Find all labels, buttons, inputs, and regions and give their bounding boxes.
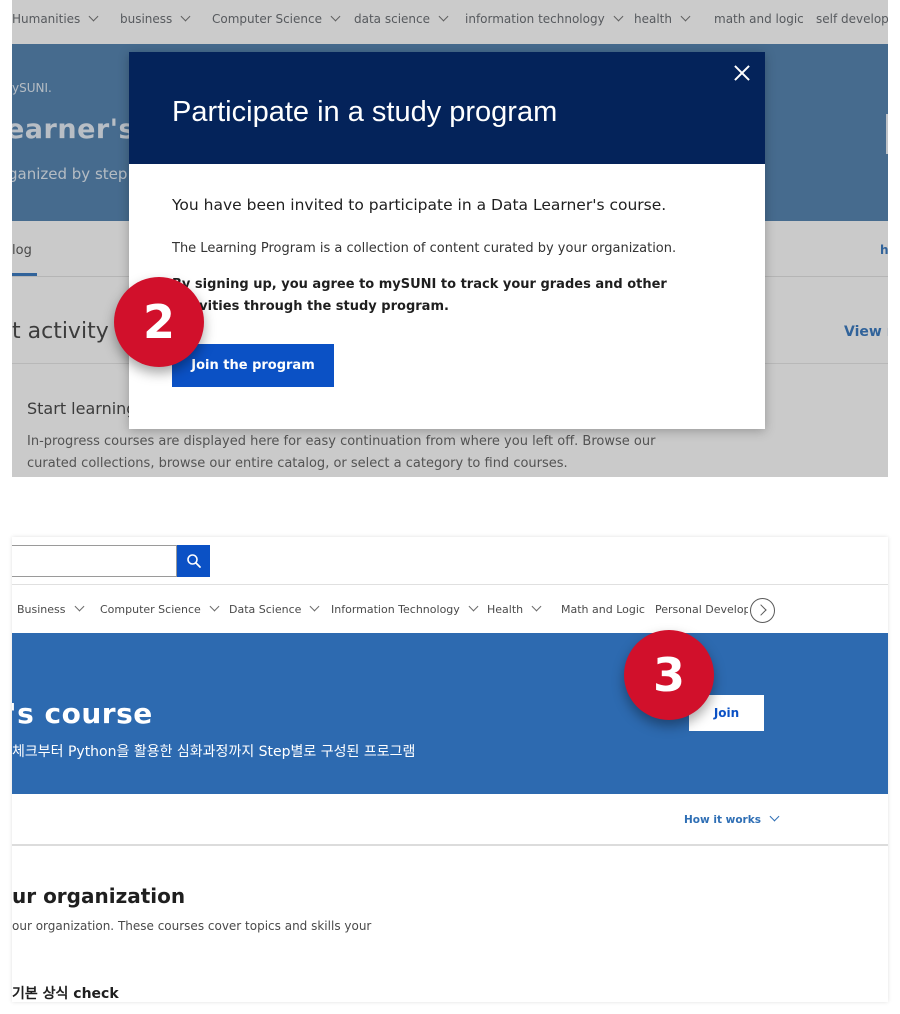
nav-item-computer-science[interactable]: Computer Science — [100, 601, 220, 616]
modal-title: Participate in a study program — [172, 96, 558, 128]
course-group-heading: 기본 상식 check — [12, 986, 119, 1002]
chevron-right-circle-icon[interactable] — [750, 598, 775, 623]
chevron-down-icon — [74, 601, 84, 612]
nav-item-business[interactable]: Business — [17, 601, 84, 616]
org-section-description: our organization. These courses cover to… — [12, 919, 372, 933]
nav-item-data-science[interactable]: Data Science — [229, 601, 320, 616]
join-program-button[interactable]: Join the program — [172, 344, 334, 387]
nav-item-label: Business — [17, 603, 66, 616]
search-input[interactable] — [12, 545, 177, 577]
info-row: How it works — [12, 794, 888, 846]
org-section-title: ur organization — [12, 884, 186, 908]
course-page-panel: Business Computer Science Data Science I… — [12, 537, 888, 1002]
modal-description: The Learning Program is a collection of … — [172, 241, 677, 256]
nav-item-personal-development[interactable]: Personal Developm — [655, 603, 748, 616]
search-icon — [187, 554, 201, 568]
how-it-works-label: How it works — [684, 814, 761, 826]
chevron-down-icon — [468, 601, 479, 612]
step-badge-2: 2 — [114, 277, 204, 367]
search-button[interactable] — [177, 545, 210, 577]
nav-item-math-and-logic[interactable]: Math and Logic — [561, 603, 645, 616]
divider — [12, 584, 888, 585]
chevron-down-icon — [531, 601, 542, 612]
nav-item-label: Information Technology — [331, 603, 460, 616]
nav-item-label: Health — [487, 603, 524, 616]
nav-item-label: Personal Developm — [655, 603, 748, 616]
modal-invite-text: You have been invited to participate in … — [172, 196, 667, 214]
nav-item-information-technology[interactable]: Information Technology — [331, 601, 479, 616]
close-icon[interactable] — [731, 62, 753, 84]
how-it-works-toggle[interactable]: How it works — [684, 811, 780, 826]
nav-item-label: Computer Science — [100, 603, 201, 616]
course-title: 's course — [12, 697, 153, 730]
course-hero-banner: 's course 체크부터 Python을 활용한 심화과정까지 Step별로… — [12, 633, 888, 794]
nav-item-label: Math and Logic — [561, 603, 645, 616]
chevron-down-icon — [769, 811, 780, 822]
course-subtitle: 체크부터 Python을 활용한 심화과정까지 Step별로 구성된 프로그램 — [12, 744, 416, 760]
modal-consent-text: By signing up, you agree to mySUNI to tr… — [172, 277, 667, 314]
step-badge-3: 3 — [624, 630, 714, 720]
chevron-down-icon — [309, 601, 320, 612]
chevron-down-icon — [209, 601, 220, 612]
nav-item-health[interactable]: Health — [487, 601, 542, 616]
modal-header: Participate in a study program — [129, 52, 765, 164]
modal-screenshot-panel: Humanities business Computer Science dat… — [12, 0, 888, 477]
study-program-modal: Participate in a study program You have … — [129, 52, 765, 429]
nav-item-label: Data Science — [229, 603, 302, 616]
